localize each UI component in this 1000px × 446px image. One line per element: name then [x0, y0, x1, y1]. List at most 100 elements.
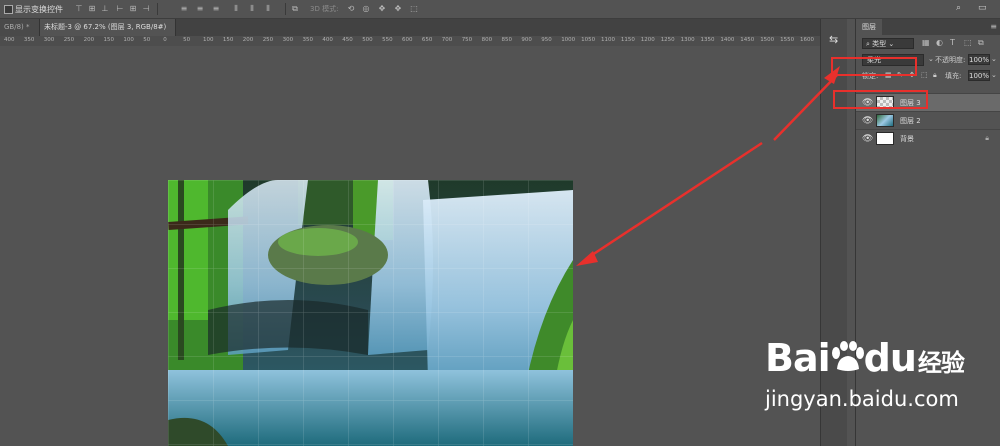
- distribute-right-icon[interactable]: ⦀: [264, 4, 272, 13]
- lock-position-icon[interactable]: ✥: [909, 71, 915, 79]
- layer-row-2[interactable]: 👁︎ 图层 2: [856, 111, 1000, 130]
- ruler-tick-label: 350: [23, 37, 35, 43]
- distribute-hcenter-icon[interactable]: ⦀: [248, 4, 256, 13]
- layer-name: 背景: [900, 135, 914, 143]
- filter-smart-object-icon[interactable]: ⧉: [978, 38, 984, 48]
- mode-3d-label: 3D 模式:: [310, 5, 339, 13]
- distribute-top-icon[interactable]: ≡: [180, 4, 188, 13]
- filter-pixel-icon[interactable]: ▦: [922, 38, 930, 47]
- lock-row: 锁定: ▦ ✎ ✥ ⬚ 🔒︎ 填充: 100% ⌄: [860, 69, 997, 83]
- canvas-image-waterfall[interactable]: [168, 180, 573, 446]
- ruler-tick-label: 1450: [740, 37, 755, 43]
- auto-align-icon[interactable]: ⧉: [291, 4, 299, 13]
- filter-shape-icon[interactable]: ⬚: [964, 38, 972, 47]
- ruler-tick-label: 350: [302, 37, 314, 43]
- watermark-brand-2: du: [863, 336, 917, 380]
- ruler-tick-label: 300: [282, 37, 294, 43]
- tab-previous-document[interactable]: GB/8) * ×: [0, 19, 40, 48]
- tab-layers[interactable]: 图层: [856, 19, 882, 35]
- filter-adjustment-icon[interactable]: ◐: [936, 38, 943, 47]
- 3d-slide-icon[interactable]: ✥: [394, 4, 402, 13]
- document-tab-bar: GB/8) * × 未标题-3 @ 67.2% (图层 3, RGB/8#) *…: [0, 19, 830, 48]
- opacity-input[interactable]: 100%: [968, 54, 990, 65]
- layer-row-3[interactable]: 👁︎ 图层 3: [856, 93, 1000, 112]
- search-icon[interactable]: ⌕: [956, 3, 961, 13]
- waterfall-image: [168, 180, 573, 446]
- show-transform-controls-label: 显示变换控件: [15, 5, 63, 14]
- ruler-tick-label: 400: [322, 37, 333, 43]
- lock-all-icon[interactable]: 🔒︎: [933, 71, 937, 80]
- align-bottom-icon[interactable]: ⊥: [101, 4, 109, 13]
- align-hcenter-icon[interactable]: ⊞: [129, 4, 137, 13]
- workspace-icon[interactable]: ▭: [978, 3, 987, 13]
- ruler-tick-label: 700: [441, 37, 453, 43]
- 3d-rotate-icon[interactable]: ⟲: [347, 4, 355, 13]
- ruler-tick-label: 550: [382, 37, 393, 43]
- layer-name: 图层 2: [900, 117, 921, 125]
- options-bar: 显示变换控件 ⊤ ⊞ ⊥ ⊢ ⊞ ⊣ ≡ ≡ ≡ ⦀ ⦀ ⦀ ⧉ 3D 模式: …: [0, 0, 1000, 19]
- dropdown-arrow-icon: ⌄: [928, 55, 934, 63]
- visibility-eye-icon[interactable]: 👁︎: [862, 98, 873, 108]
- ruler-tick-label: 800: [481, 37, 493, 43]
- ruler-tick-label: 900: [521, 37, 532, 43]
- distribute-bottom-icon[interactable]: ≡: [212, 4, 220, 13]
- ruler-tick-label: 150: [222, 37, 234, 43]
- ruler-tick-label: 250: [262, 37, 274, 43]
- ruler-tick-label: 1250: [660, 37, 675, 43]
- lock-transparency-icon[interactable]: ▦: [885, 71, 892, 79]
- fill-input[interactable]: 100%: [968, 70, 990, 81]
- ruler-tick-label: 50: [143, 37, 151, 43]
- ruler-tick-label: 200: [83, 37, 95, 43]
- visibility-eye-icon[interactable]: 👁︎: [862, 134, 873, 144]
- properties-panel-icon[interactable]: ⇆: [829, 33, 838, 46]
- panel-menu-icon[interactable]: ≡: [990, 22, 997, 31]
- blend-mode-value: 柔光: [867, 56, 881, 64]
- lock-label: 锁定:: [862, 72, 879, 80]
- ruler-tick-label: 100: [123, 37, 134, 43]
- align-vcenter-icon[interactable]: ⊞: [88, 4, 96, 13]
- watermark-url: jingyan.baidu.com: [765, 387, 959, 411]
- filter-type-icon[interactable]: T: [950, 38, 955, 47]
- fill-dropdown-icon[interactable]: ⌄: [991, 71, 997, 79]
- ruler-tick-label: 300: [43, 37, 55, 43]
- distribute-left-icon[interactable]: ⦀: [232, 4, 240, 13]
- paw-icon: [830, 340, 864, 371]
- ruler-tick-label: 400: [4, 37, 15, 43]
- distribute-vcenter-icon[interactable]: ≡: [196, 4, 204, 13]
- ruler-tick-label: 250: [63, 37, 75, 43]
- layer-row-background[interactable]: 👁︎ 背景 🔒︎: [856, 129, 1000, 148]
- align-right-icon[interactable]: ⊣: [142, 4, 150, 13]
- tab-label: GB/8) *: [4, 23, 30, 31]
- show-transform-controls-checkbox[interactable]: [4, 5, 13, 14]
- align-left-icon[interactable]: ⊢: [116, 4, 124, 13]
- ruler-tick-label: 1350: [700, 37, 715, 43]
- 3d-scale-icon[interactable]: ⬚: [410, 4, 418, 13]
- lock-artboard-icon[interactable]: ⬚: [921, 71, 928, 79]
- lock-icon: 🔒︎: [985, 134, 989, 142]
- ruler-tick-label: 1400: [720, 37, 735, 43]
- ruler-tick-label: 1150: [620, 37, 635, 43]
- layer-filter-select[interactable]: ⌕ 类型 ⌄: [862, 38, 914, 49]
- layer-filter-row: ⌕ 类型 ⌄ ▦ ◐ T ⬚ ⧉: [860, 37, 997, 51]
- ruler-tick-label: 1200: [640, 37, 655, 43]
- blend-mode-select[interactable]: 柔光: [862, 54, 924, 66]
- ruler-tick-label: 150: [103, 37, 115, 43]
- ruler-tick-label: 200: [242, 37, 254, 43]
- layer-filter-kind: 类型: [872, 40, 887, 48]
- lock-image-icon[interactable]: ✎: [897, 71, 903, 79]
- baidu-jingyan-watermark: Bai du经验 jingyan.baidu.com: [765, 336, 965, 411]
- ruler-tick-label: 1300: [680, 37, 695, 43]
- ruler-tick-label: 1600: [800, 37, 814, 43]
- align-top-icon[interactable]: ⊤: [75, 4, 83, 13]
- ruler-tick-label: 650: [421, 37, 433, 43]
- ruler-tick-label: 750: [461, 37, 473, 43]
- ruler-tick-label: 1050: [581, 37, 596, 43]
- visibility-eye-icon[interactable]: 👁︎: [862, 116, 873, 126]
- tab-active-document[interactable]: 未标题-3 @ 67.2% (图层 3, RGB/8#) * ×: [40, 19, 176, 48]
- watermark-brand-cn: 经验: [917, 349, 965, 377]
- ruler-tick-label: 1500: [760, 37, 775, 43]
- 3d-pan-icon[interactable]: ✥: [378, 4, 386, 13]
- opacity-dropdown-icon[interactable]: ⌄: [991, 55, 997, 63]
- ruler-tick-label: 1100: [601, 37, 615, 43]
- 3d-roll-icon[interactable]: ◎: [362, 4, 370, 13]
